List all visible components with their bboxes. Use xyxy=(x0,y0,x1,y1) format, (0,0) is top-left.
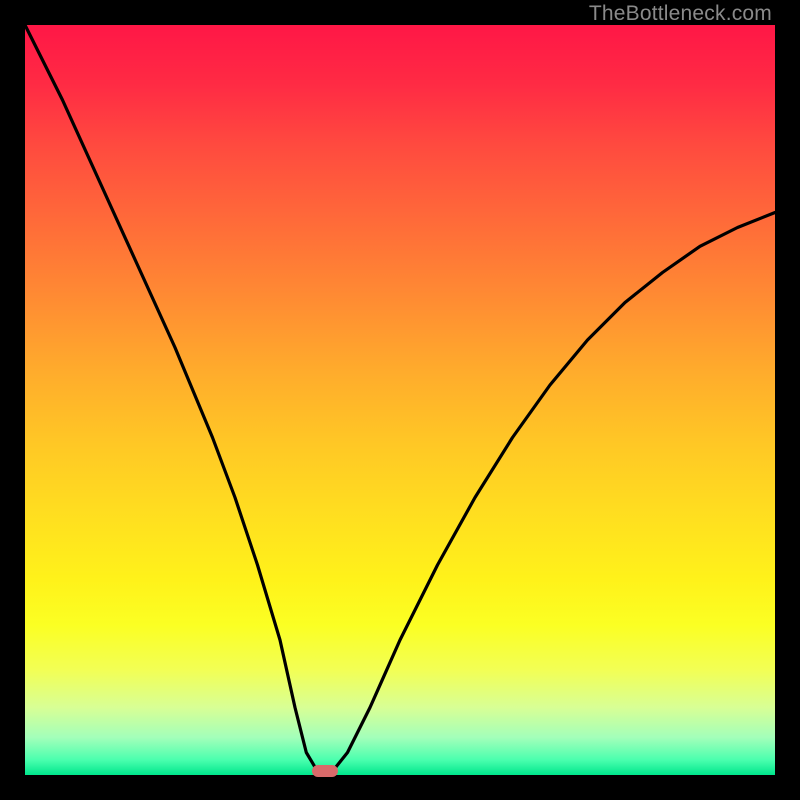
chart-frame: TheBottleneck.com xyxy=(0,0,800,800)
optimal-marker xyxy=(312,765,338,777)
chart-plot-area xyxy=(25,25,775,775)
bottleneck-curve xyxy=(25,25,775,775)
curve-path xyxy=(25,25,775,775)
watermark-text: TheBottleneck.com xyxy=(589,2,772,26)
